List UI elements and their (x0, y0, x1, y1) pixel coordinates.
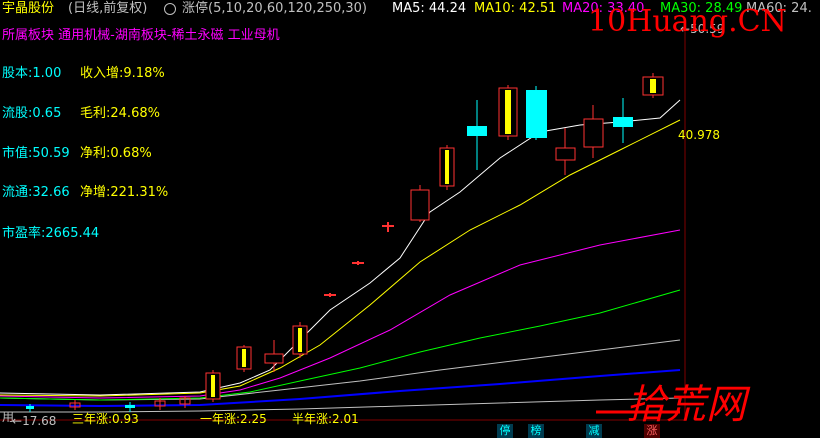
candle-11 (498, 85, 518, 140)
candle-13 (555, 128, 576, 175)
period-label[interactable]: (日线,前复权) (68, 0, 147, 18)
candle-3 (264, 340, 284, 372)
fund-row-market-cap: 市值:50.59 (2, 146, 70, 161)
watermark-site: 10Huang.CN (588, 4, 787, 39)
candle-15 (613, 98, 633, 143)
fund-row-float-shares: 流股:0.65 (2, 106, 62, 121)
fund-row-gross-margin: 毛利:24.68% (80, 106, 160, 121)
candle-12 (526, 86, 547, 140)
three-year-gain: 三年涨:0.93 (72, 412, 139, 426)
ma60-line (0, 339, 681, 401)
candle-8 (410, 185, 430, 222)
candle-9 (439, 145, 455, 190)
half-year-gain: 半年涨:2.01 (292, 412, 359, 426)
one-year-gain: 一年涨:2.25 (200, 412, 267, 426)
fund-row-net-growth: 净增:221.31% (80, 185, 169, 200)
watermark-logo: 拾荒网 (626, 382, 746, 428)
candle-14 (583, 105, 604, 158)
price-low-label: ←17.68 (12, 414, 57, 428)
ma5-readout: MA5: 44.24 (392, 1, 467, 16)
candle-6 (352, 261, 364, 265)
candle-5 (324, 293, 336, 297)
candle-1 (205, 370, 221, 402)
candle-16 (642, 73, 664, 98)
indicator-label[interactable]: 涨停(5,10,20,60,120,250,30) (182, 0, 367, 18)
stock-name[interactable]: 宇晶股份 (2, 0, 54, 18)
ma5-line (0, 99, 681, 396)
candle-10 (467, 100, 487, 170)
ma10-readout: MA10: 42.51 (474, 1, 557, 16)
candle-2 (236, 345, 252, 372)
fund-row-net-margin: 净利:0.68% (80, 146, 152, 161)
fund-row-float-cap: 流通:32.66 (2, 185, 70, 200)
indicator-toggle-icon[interactable] (164, 3, 176, 15)
candle-4 (292, 322, 308, 358)
candle-7 (382, 222, 394, 232)
sector-list[interactable]: 所属板块 通用机械-湖南板块-稀土永磁 工业母机 (2, 24, 280, 43)
ma-value-label: 40.978 (678, 128, 720, 142)
fund-row-revenue-growth: 收入增:9.18% (80, 66, 165, 81)
fund-row-pe: 市盈率:2665.44 (2, 226, 100, 241)
fund-row-capital: 股本:1.00 (2, 66, 62, 81)
